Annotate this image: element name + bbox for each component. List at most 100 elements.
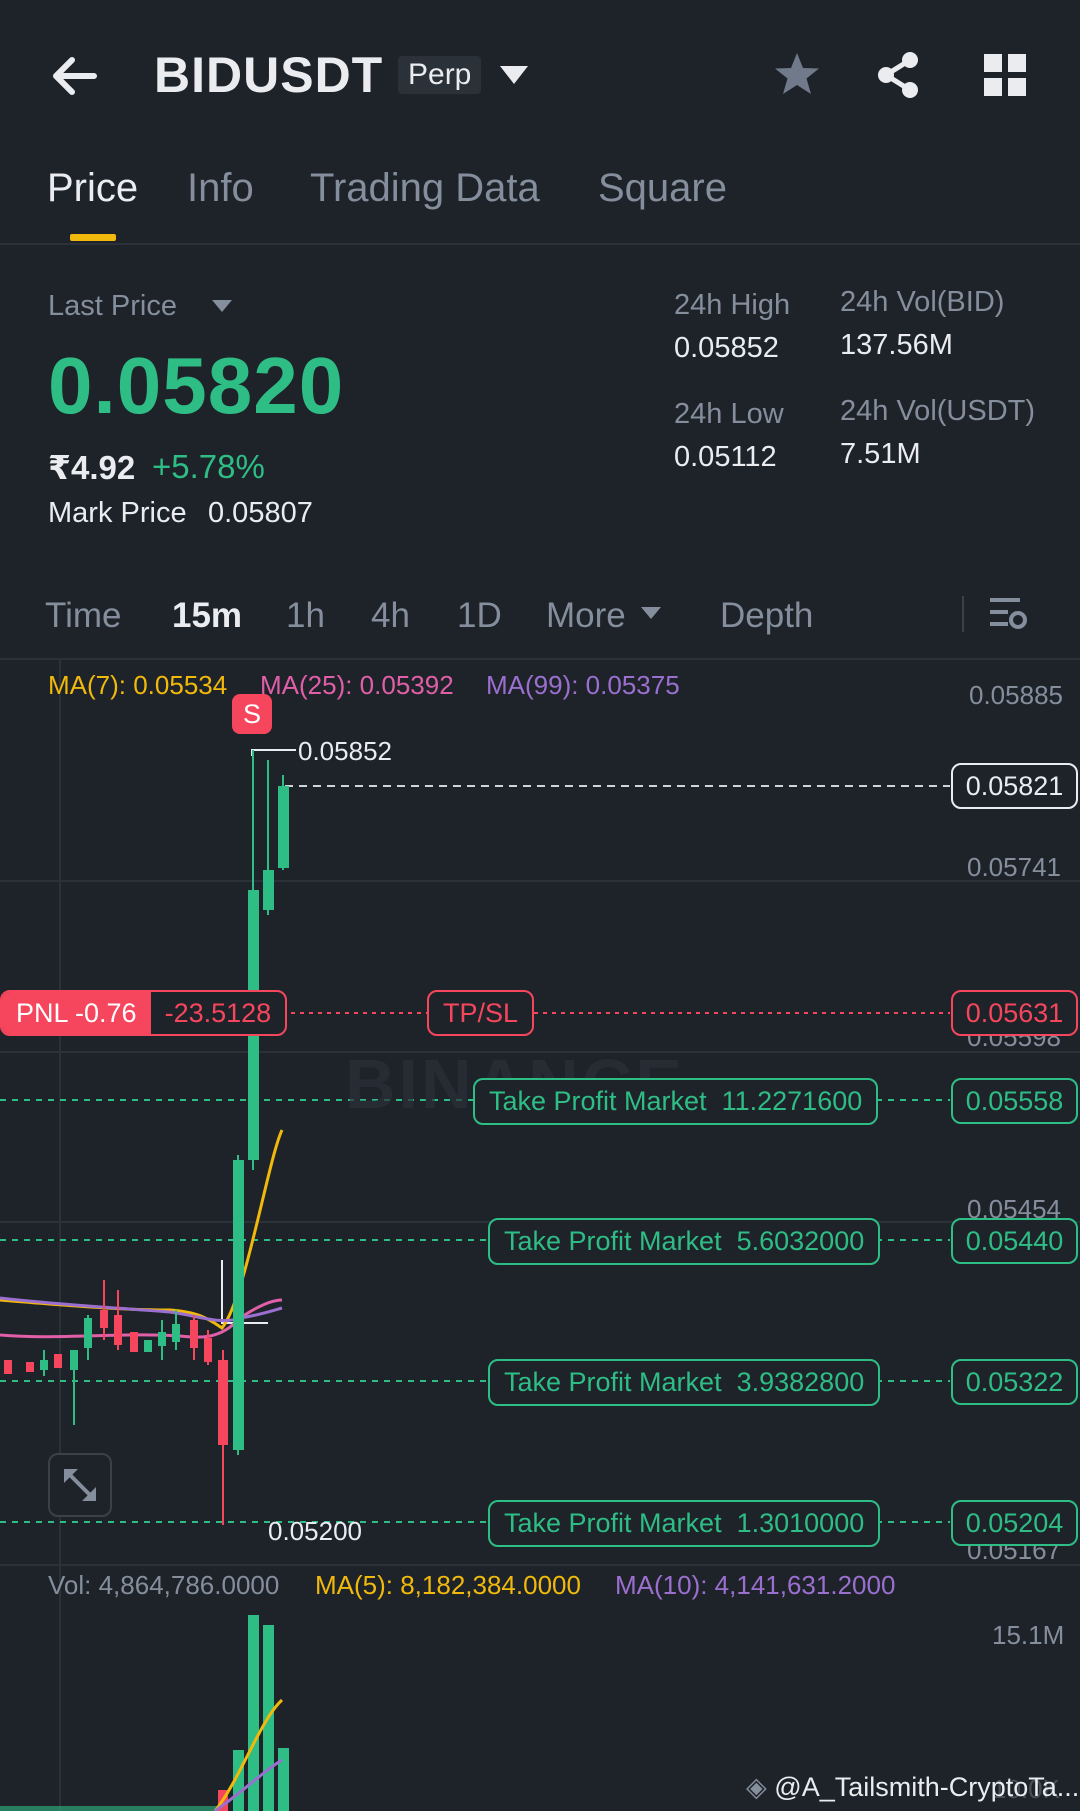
candle [190,1320,198,1348]
candle [263,870,274,910]
take-profit-tag[interactable]: Take Profit Market 3.9382800 [488,1359,881,1406]
axis-price-label: 0.05741 [967,852,1061,882]
tab-price[interactable]: Price [47,166,138,211]
tf-more[interactable]: More [546,596,626,636]
tf-separator [962,596,964,632]
perp-badge: Perp [398,56,482,94]
mark-price-value: 0.05807 [208,497,313,529]
symbol-title[interactable]: BIDUSDT [154,46,383,104]
fullscreen-button[interactable] [48,1453,112,1517]
tp-qty: 3.9382800 [736,1367,865,1397]
candles [4,750,289,1525]
change-percent: +5.78% [152,448,265,485]
volume-bar [278,1748,289,1811]
grid-menu-icon[interactable] [984,54,1026,96]
last-price-dropdown-icon[interactable] [210,298,234,314]
volume-ma10-label: MA(10): 4,141,631.2000 [615,1570,896,1600]
vol-quote-value: 7.51M [840,438,921,470]
candle [130,1332,138,1352]
ma7-label: MA(7): 0.05534 [48,670,228,700]
candle [84,1318,92,1348]
take-profit-tag[interactable]: Take Profit Market 11.2271600 [473,1078,879,1125]
volume-label: Vol: 4,864,786.0000 [48,1570,280,1600]
footer-handle: ◈ @A_Tailsmith-CryptoTa... [746,1772,1079,1803]
low-value: 0.05112 [674,441,777,473]
ma99-label: MA(99): 0.05375 [486,670,680,700]
favorite-star-icon[interactable] [772,50,822,100]
candle [26,1362,34,1372]
tp-qty: 5.6032000 [736,1226,865,1256]
tp-label: Take Profit Market [504,1226,722,1256]
high-label: 24h High [674,289,791,321]
candle [100,1310,108,1328]
high-value: 0.05852 [674,332,779,364]
sell-signal-marker[interactable]: S [232,694,272,734]
volume-bar [0,1806,220,1811]
candle [233,1160,244,1450]
symbol-dropdown-icon[interactable] [498,64,530,86]
tpsl-button[interactable]: TP/SL [427,990,535,1036]
candle [70,1350,78,1370]
last-price-label[interactable]: Last Price [48,290,177,323]
pnl-value: -23.5128 [164,998,272,1028]
tab-trading-data[interactable]: Trading Data [310,166,540,211]
high-marker-label: 0.05852 [298,736,392,766]
high-marker-line [251,749,296,756]
back-arrow-icon[interactable] [48,50,100,102]
tp-price-tag: 0.05204 [951,1500,1078,1546]
candle [144,1340,152,1352]
expand-icon [64,1469,96,1501]
chart-settings-icon[interactable] [988,594,1028,634]
share-icon[interactable] [874,50,922,100]
last-price-value: 0.05820 [48,341,345,430]
candle [172,1324,180,1342]
candle [40,1360,48,1370]
inr-price: ₹4.92 [48,449,136,486]
tab-info[interactable]: Info [187,166,254,211]
candle [54,1354,62,1368]
tp-qty: 11.2271600 [721,1086,863,1116]
tf-time[interactable]: Time [45,596,121,636]
volume-ma5-label: MA(5): 8,182,384.0000 [315,1570,581,1600]
more-dropdown-icon[interactable] [640,606,662,620]
axis-price-label: 0.05885 [969,680,1063,710]
tp-price-tag: 0.05558 [951,1078,1078,1124]
tp-price-tag: 0.05440 [951,1218,1078,1264]
candle [4,1360,12,1374]
entry-price-tag: 0.05631 [951,990,1078,1036]
pnl-badge[interactable]: PNL -0.76 -23.5128 [0,990,288,1036]
low-label: 24h Low [674,398,784,430]
tp-price-tag: 0.05322 [951,1359,1078,1405]
pnl-label: PNL -0.76 [2,992,151,1034]
candle [114,1315,122,1345]
tf-depth[interactable]: Depth [720,596,813,636]
candle [218,1360,228,1445]
candle [204,1338,212,1362]
vol-base-label: 24h Vol(BID) [840,286,1005,318]
tf-15m[interactable]: 15m [172,596,242,636]
tp-label: Take Profit Market [489,1086,707,1116]
tab-square[interactable]: Square [598,166,727,211]
candle [278,786,289,868]
tf-4h[interactable]: 4h [371,596,410,636]
tp-label: Take Profit Market [504,1508,722,1538]
tf-1d[interactable]: 1D [457,596,502,636]
tf-1h[interactable]: 1h [286,596,325,636]
volume-axis-max: 15.1M [992,1620,1065,1650]
take-profit-tag[interactable]: Take Profit Market 1.3010000 [488,1500,881,1547]
tabs-divider [0,243,1080,245]
candle [158,1332,166,1346]
diamond-icon: ◈ [746,1772,767,1802]
mark-price-label: Mark Price [48,497,187,529]
tp-qty: 1.3010000 [736,1508,865,1538]
footer-handle-text: @A_Tailsmith-CryptoTa... [774,1772,1080,1802]
active-tab-indicator [70,234,116,241]
take-profit-tag[interactable]: Take Profit Market 5.6032000 [488,1218,881,1265]
vol-base-value: 137.56M [840,329,953,361]
ma25-label: MA(25): 0.05392 [260,670,454,700]
volume-bars [0,1615,289,1811]
low-marker-label: 0.05200 [268,1516,362,1546]
current-price-tag: 0.05821 [951,763,1078,809]
vol-quote-label: 24h Vol(USDT) [840,395,1036,427]
tp-label: Take Profit Market [504,1367,722,1397]
